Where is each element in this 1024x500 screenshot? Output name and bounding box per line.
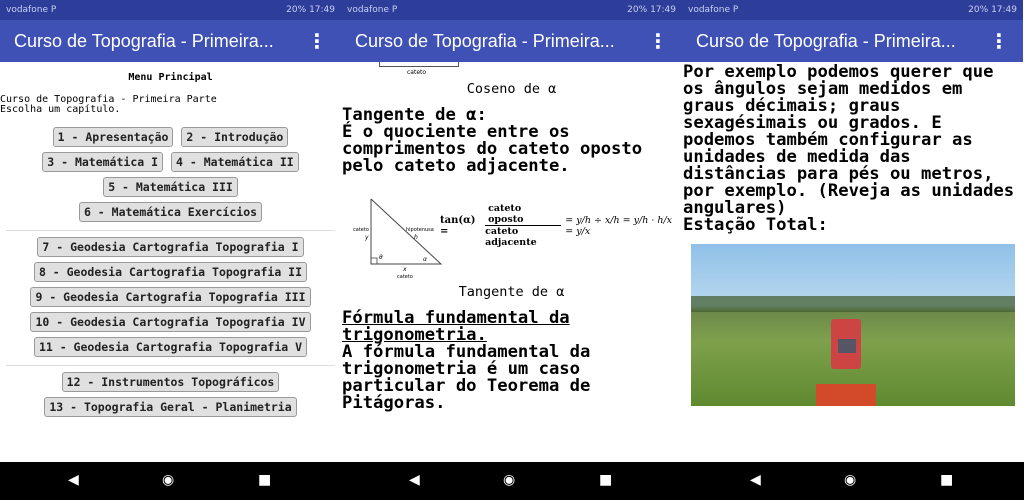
label-alpha: α xyxy=(423,256,427,263)
fundamental-title: Fórmula fundamental da trigonometria. xyxy=(342,308,570,345)
fundamental-text: A fórmula fundamental da trigonometria é… xyxy=(342,342,591,413)
time: 17:49 xyxy=(650,5,676,15)
label-cateto-bottom: cateto xyxy=(397,274,413,280)
caption-cosine: Coseno de α xyxy=(466,81,557,97)
back-icon[interactable]: ◀ xyxy=(409,472,420,488)
tangent-text: É o quociente entre os comprimentos do c… xyxy=(342,122,643,176)
chapter-button-6[interactable]: 6 - Matemática Exercícios xyxy=(78,202,263,222)
label-cateto: cateto xyxy=(353,227,369,233)
intro-line: Escolha um capítulo. xyxy=(0,104,121,115)
status-bar: vodafone P 20% 17:49 xyxy=(0,0,341,20)
chapter-button-3[interactable]: 3 - Matemática I xyxy=(42,152,164,172)
app-title: Curso de Topografia - Primeira... xyxy=(696,30,956,51)
home-icon[interactable]: ◉ xyxy=(503,472,515,488)
formula-lhs: tan(α) = xyxy=(440,214,476,237)
figure-label: cateto xyxy=(407,69,427,76)
screen-total-station: vodafone P 20% 17:49 Curso de Topografia … xyxy=(682,0,1023,462)
carrier: vodafone P xyxy=(6,5,57,15)
tangent-section: Tangente de α: É o quociente entre os co… xyxy=(342,106,682,176)
cosine-figure-fragment: cateto xyxy=(341,62,682,80)
chapter-button-7[interactable]: 7 - Geodesia Cartografia Topografia I xyxy=(37,237,304,257)
home-icon[interactable]: ◉ xyxy=(162,472,174,488)
navigation-bar: ◀ ◉ ■ ◀ ◉ ■ ◀ ◉ ■ xyxy=(0,462,1024,500)
overflow-menu-icon[interactable]: ⋮ xyxy=(648,29,668,53)
back-icon[interactable]: ◀ xyxy=(750,472,761,488)
app-bar: Curso de Topografia - Primeira... ⋮ xyxy=(682,20,1023,62)
carrier: vodafone P xyxy=(347,5,398,15)
label-hyp: hipotenusa xyxy=(406,227,434,233)
battery: 20% xyxy=(968,5,989,15)
screen-menu: vodafone P 20% 17:49 Curso de Topografia … xyxy=(0,0,341,462)
chapter-button-11[interactable]: 11 - Geodesia Cartografia Topografia V xyxy=(33,337,308,357)
formula-rest: = y/h ÷ x/h = y/h · h/x = y/x xyxy=(565,214,673,237)
recents-icon[interactable]: ■ xyxy=(940,472,953,488)
screen-trigonometry: vodafone P 20% 17:49 Curso de Topografia … xyxy=(341,0,682,462)
app-bar: Curso de Topografia - Primeira... ⋮ xyxy=(341,20,682,62)
units-text: Por exemplo podemos querer que os ângulo… xyxy=(683,62,1015,218)
app-title: Curso de Topografia - Primeira... xyxy=(14,30,274,51)
total-station-photo xyxy=(691,244,1015,406)
recents-icon[interactable]: ■ xyxy=(599,472,612,488)
chapter-button-1[interactable]: 1 - Apresentação xyxy=(52,127,174,147)
overflow-menu-icon[interactable]: ⋮ xyxy=(307,29,327,53)
formula-denominator: cateto adjacente xyxy=(485,226,537,248)
label-x: x xyxy=(402,266,407,273)
chapter-button-12[interactable]: 12 - Instrumentos Topográficos xyxy=(61,372,280,392)
app-title: Curso de Topografia - Primeira... xyxy=(355,30,615,51)
chapter-button-4[interactable]: 4 - Matemática II xyxy=(171,152,299,172)
fundamental-section: Fórmula fundamental da trigonometria. A … xyxy=(342,308,682,413)
label-y: y xyxy=(364,234,369,241)
time: 17:49 xyxy=(309,5,335,15)
intro: Curso de Topografia - Primeira Parte Esco… xyxy=(0,95,341,115)
battery: 20% xyxy=(627,5,648,15)
divider xyxy=(6,365,335,366)
status-bar: vodafone P 20% 17:49 xyxy=(341,0,682,20)
chapter-button-10[interactable]: 10 - Geodesia Cartografia Topografia IV xyxy=(30,312,311,332)
label-h: h xyxy=(414,234,418,241)
carrier: vodafone P xyxy=(688,5,739,15)
chapter-button-8[interactable]: 8 - Geodesia Cartografia Topografia II xyxy=(33,262,308,282)
caption-tangent: Tangente de α xyxy=(458,284,565,300)
overflow-menu-icon[interactable]: ⋮ xyxy=(989,29,1009,53)
page-title: Menu Principal xyxy=(128,72,213,83)
time: 17:49 xyxy=(991,5,1017,15)
back-icon[interactable]: ◀ xyxy=(68,472,79,488)
status-bar: vodafone P 20% 17:49 xyxy=(682,0,1023,20)
recents-icon[interactable]: ■ xyxy=(258,472,271,488)
chapter-button-5[interactable]: 5 - Matemática III xyxy=(103,177,238,197)
chapter-button-13[interactable]: 13 - Topografia Geral - Planimetria xyxy=(44,397,297,417)
app-bar: Curso de Topografia - Primeira... ⋮ xyxy=(0,20,341,62)
units-text-block: Por exemplo podemos querer que os ângulo… xyxy=(683,62,1023,235)
chapter-button-9[interactable]: 9 - Geodesia Cartografia Topografia III xyxy=(30,287,311,307)
tangent-formula: tan(α) = cateto oposto cateto adjacente … xyxy=(440,203,682,248)
station-label: Estação Total: xyxy=(683,215,828,235)
tangent-figure: cateto y hipotenusa h θ α x cateto tan(α… xyxy=(341,189,682,285)
home-icon[interactable]: ◉ xyxy=(844,472,856,488)
divider xyxy=(6,230,335,231)
chapter-button-2[interactable]: 2 - Introdução xyxy=(181,127,289,147)
formula-numerator: cateto oposto xyxy=(485,203,562,226)
battery: 20% xyxy=(286,5,307,15)
label-theta: θ xyxy=(379,254,383,261)
